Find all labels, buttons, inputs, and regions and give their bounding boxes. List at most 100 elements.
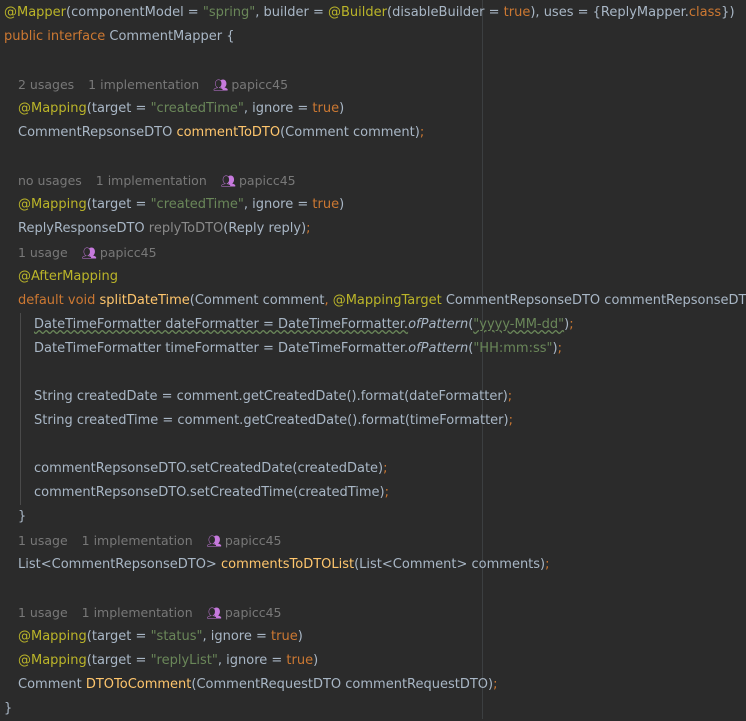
author-link[interactable]: papicc45 — [100, 245, 157, 260]
method-name: splitDateTime — [99, 293, 190, 308]
code-line[interactable]: String createdTime = comment.getCreatedD… — [34, 409, 513, 433]
people-icon: 👥︎ — [213, 78, 229, 92]
token: ; — [493, 677, 498, 692]
token: class — [688, 5, 722, 20]
token: , ignore = — [243, 101, 313, 116]
token: ), uses = {ReplyMapper. — [530, 5, 689, 20]
token: ; — [545, 557, 550, 572]
token: ; — [419, 125, 425, 140]
implementations-link[interactable]: 1 implementation — [96, 173, 207, 188]
code-vision-hint[interactable]: 2 usages 1 implementation 👥︎ papicc45 — [18, 73, 288, 97]
code-line[interactable]: @Mapping(target = "status", ignore = tru… — [18, 625, 303, 649]
people-icon: 👥︎ — [220, 174, 236, 188]
token: , ignore = — [243, 197, 313, 212]
author-link[interactable]: papicc45 — [231, 77, 288, 92]
people-icon: 👥︎ — [206, 606, 222, 620]
code-line-mapper-annotation[interactable]: @Mapper(componentModel = "spring", build… — [4, 1, 735, 25]
token: ) — [313, 653, 319, 668]
token: ) — [297, 629, 303, 644]
code-line[interactable]: ReplyResponseDTO replyToDTO(Reply reply)… — [18, 217, 311, 241]
method-name: commentToDTO — [176, 125, 281, 140]
token: "HH:mm:ss" — [473, 341, 553, 356]
token: (target = — [86, 101, 151, 116]
code-editor[interactable]: @Mapper(componentModel = "spring", build… — [0, 0, 746, 719]
code-line[interactable]: String createdDate = comment.getCreatedD… — [34, 385, 512, 409]
author-link[interactable]: papicc45 — [225, 533, 282, 548]
token: (List<Comment> comments) — [354, 557, 546, 572]
code-line[interactable]: Comment DTOToComment(CommentRequestDTO c… — [18, 673, 498, 697]
token: @Mapping — [18, 101, 87, 116]
usages-link[interactable]: no usages — [18, 173, 82, 188]
token: ; — [507, 389, 513, 404]
token: @Mapping — [18, 197, 87, 212]
usages-link[interactable]: 1 usage — [18, 245, 68, 260]
token: (Comment comment — [189, 293, 325, 308]
code-line-interface-declaration[interactable]: public interface CommentMapper { — [4, 25, 235, 49]
token: ) — [339, 101, 345, 116]
token: true — [503, 5, 531, 20]
token: (componentModel = — [66, 5, 203, 20]
token: default void — [18, 293, 96, 308]
usages-link[interactable]: 1 usage — [18, 533, 68, 548]
code-line[interactable]: CommentRepsonseDTO commentToDTO(Comment … — [18, 121, 424, 145]
code-line[interactable]: DateTimeFormatter dateFormatter = DateTi… — [34, 313, 574, 337]
code-line[interactable]: } — [4, 697, 12, 721]
usages-link[interactable]: 1 usage — [18, 605, 68, 620]
token: ofPattern — [408, 341, 469, 356]
code-line[interactable]: @Mapping(target = "replyList", ignore = … — [18, 649, 318, 673]
code-line[interactable]: DateTimeFormatter timeFormatter = DateTi… — [34, 337, 562, 361]
token: ; — [306, 221, 311, 236]
token: "createdTime" — [150, 197, 244, 212]
token: true — [312, 101, 340, 116]
implementations-link[interactable]: 1 implementation — [88, 77, 199, 92]
author-link[interactable]: papicc45 — [225, 605, 282, 620]
token: commentRepsonseDTO.setCreatedDate(create… — [34, 461, 384, 476]
code-line[interactable]: commentRepsonseDTO.setCreatedTime(create… — [34, 481, 389, 505]
usages-link[interactable]: 2 usages — [18, 77, 74, 92]
code-vision-hint[interactable]: 1 usage 1 implementation 👥︎ papicc45 — [18, 529, 282, 553]
code-line[interactable]: commentRepsonseDTO.setCreatedDate(create… — [34, 457, 388, 481]
token: commentRepsonseDTO.setCreatedTime(create… — [34, 485, 385, 500]
token: ; — [569, 317, 574, 332]
code-line[interactable]: default void splitDateTime(Comment comme… — [18, 289, 746, 313]
token: ofPattern — [408, 317, 469, 332]
author-link[interactable]: papicc45 — [239, 173, 296, 188]
token: @AfterMapping — [18, 269, 119, 284]
token: @Mapper — [4, 5, 67, 20]
token: @Mapping — [18, 653, 87, 668]
token: (Comment comment) — [280, 125, 420, 140]
token: List<CommentRepsonseDTO> — [18, 557, 221, 572]
token: true — [312, 197, 340, 212]
code-line[interactable]: @Mapping(target = "createdTime", ignore … — [18, 193, 344, 217]
token: String createdDate = comment.getCreatedD… — [34, 389, 508, 404]
code-line[interactable]: @Mapping(target = "createdTime", ignore … — [18, 97, 344, 121]
code-line[interactable]: @AfterMapping — [18, 265, 118, 289]
implementations-link[interactable]: 1 implementation — [82, 605, 193, 620]
token: (disableBuilder = — [387, 5, 504, 20]
token: "spring" — [202, 5, 256, 20]
token: true — [286, 653, 314, 668]
token: , builder = — [255, 5, 329, 20]
token: DateTimeFormatter timeFormatter = DateTi… — [34, 341, 409, 356]
token: DateTimeFormatter dateFormatter = DateTi… — [34, 317, 409, 332]
token: } — [18, 509, 27, 524]
people-icon: 👥︎ — [81, 246, 97, 260]
token: , — [324, 293, 333, 308]
token: public interface — [4, 29, 106, 44]
code-vision-hint[interactable]: 1 usage 👥︎ papicc45 — [18, 241, 157, 265]
token: (target = — [86, 653, 151, 668]
token: , ignore = — [202, 629, 272, 644]
token: @MappingTarget — [332, 293, 442, 308]
token: ReplyResponseDTO — [18, 221, 149, 236]
token: @Builder — [328, 5, 387, 20]
code-vision-hint[interactable]: no usages 1 implementation 👥︎ papicc45 — [18, 169, 296, 193]
code-line[interactable]: } — [18, 505, 26, 529]
code-vision-hint[interactable]: 1 usage 1 implementation 👥︎ papicc45 — [18, 601, 282, 625]
token: "yyyy-MM-dd" — [473, 317, 565, 332]
code-line[interactable]: List<CommentRepsonseDTO> commentsToDTOLi… — [18, 553, 550, 577]
token: ) — [339, 197, 345, 212]
implementations-link[interactable]: 1 implementation — [82, 533, 193, 548]
token: CommentMapper { — [105, 29, 235, 44]
token: ; — [384, 485, 389, 500]
token: "createdTime" — [150, 101, 244, 116]
